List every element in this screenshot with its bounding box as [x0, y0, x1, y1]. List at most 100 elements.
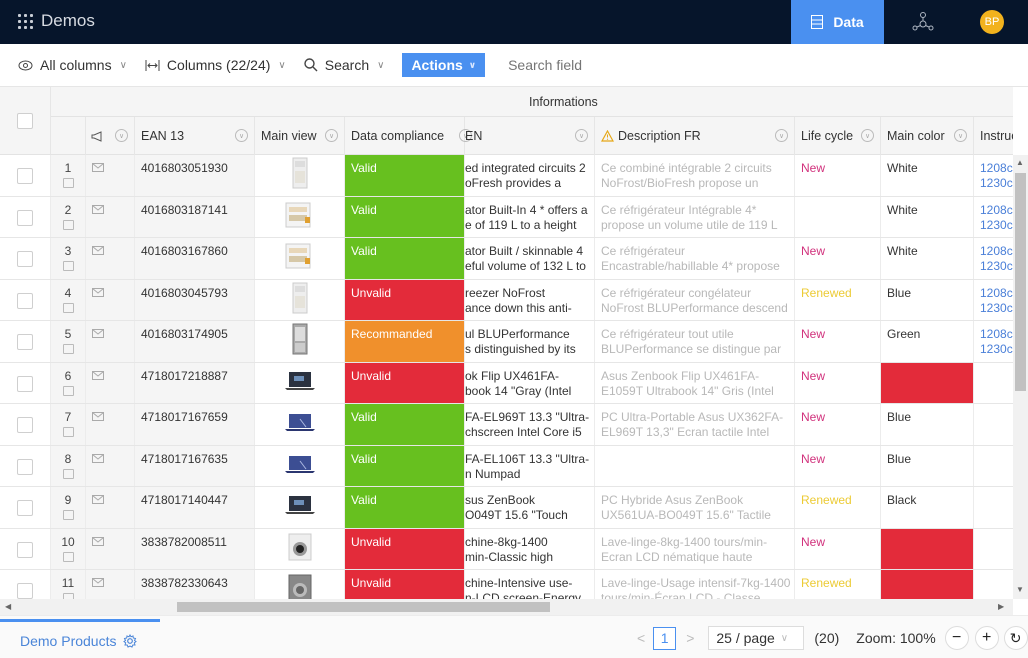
table-row[interactable]: 9 4718017140447 Valid sus ZenBook O049T 15.6…: [0, 487, 1013, 529]
select-all-checkbox[interactable]: [17, 112, 33, 129]
column-filter-icon[interactable]: ∨: [235, 129, 248, 142]
row-checkbox[interactable]: [17, 334, 33, 350]
instruction-link[interactable]: 1208c: [980, 327, 1013, 342]
scroll-left-icon[interactable]: ◀: [5, 602, 11, 611]
columns-dropdown[interactable]: Columns (22/24) ∨: [145, 57, 286, 73]
table-row[interactable]: 8 4718017167635 Valid FA-EL106T 13.3 "Ultra…: [0, 445, 1013, 487]
mail-icon[interactable]: [92, 578, 104, 587]
column-header-description-fr[interactable]: Description FR ∨: [595, 117, 795, 155]
column-header-ean13[interactable]: EAN 13 ∨: [135, 117, 255, 155]
open-detail-icon[interactable]: [62, 344, 74, 354]
scroll-right-icon[interactable]: ▶: [998, 602, 1004, 611]
instruction-link[interactable]: 1230c: [980, 301, 1013, 316]
reset-zoom-button[interactable]: ↻: [1003, 626, 1028, 650]
gear-icon[interactable]: [123, 634, 138, 648]
vertical-scrollbar[interactable]: ▲ ▼: [1013, 155, 1028, 599]
row-checkbox[interactable]: [17, 417, 33, 433]
table-row[interactable]: 3 4016803167860 Valid ator Built / skinnabl…: [0, 238, 1013, 280]
main-view-cell[interactable]: [255, 321, 345, 362]
instruction-link[interactable]: 1208c: [980, 286, 1013, 301]
open-detail-icon[interactable]: [62, 468, 74, 479]
instruction-link[interactable]: 1208c: [980, 203, 1013, 218]
column-filter-icon[interactable]: ∨: [115, 129, 128, 142]
row-checkbox[interactable]: [17, 375, 33, 392]
prev-page-button[interactable]: <: [637, 630, 645, 646]
table-row[interactable]: 6 4718017218887 Unvalid ok Flip UX461FA-boo…: [0, 362, 1013, 404]
column-header-main-color[interactable]: Main color ∨: [881, 117, 974, 155]
column-filter-icon[interactable]: ∨: [861, 129, 874, 142]
row-checkbox[interactable]: [17, 541, 33, 558]
main-view-cell[interactable]: [255, 279, 345, 320]
mail-icon[interactable]: [92, 495, 104, 504]
row-checkbox[interactable]: [17, 168, 33, 184]
table-row[interactable]: 11 3838782330643 Unvalid chine-Intensive us…: [0, 570, 1013, 599]
zoom-in-button[interactable]: +: [974, 626, 999, 650]
column-filter-icon[interactable]: ∨: [325, 129, 338, 142]
open-detail-icon[interactable]: [62, 219, 74, 230]
mail-icon[interactable]: [92, 204, 104, 214]
instruction-link[interactable]: 1230c: [980, 342, 1013, 357]
row-checkbox[interactable]: [17, 458, 33, 475]
instruction-link[interactable]: 1208c: [980, 161, 1013, 176]
search-field-input[interactable]: [508, 57, 759, 73]
table-row[interactable]: 7 4718017167659 Valid FA-EL969T 13.3 "Ultra…: [0, 404, 1013, 446]
column-filter-icon[interactable]: ∨: [775, 129, 788, 142]
mail-icon[interactable]: [92, 163, 104, 172]
vertical-scroll-thumb[interactable]: [1015, 173, 1026, 391]
mail-icon[interactable]: [92, 453, 104, 463]
main-view-cell[interactable]: [255, 362, 345, 403]
main-view-cell[interactable]: [255, 238, 345, 279]
open-detail-icon[interactable]: [62, 427, 74, 437]
instruction-link[interactable]: 1230c: [980, 176, 1013, 191]
mail-icon[interactable]: [92, 370, 104, 380]
table-row[interactable]: 5 4016803174905 Recommanded ul BLUPerforman…: [0, 321, 1013, 363]
column-header-data-compliance[interactable]: Data compliance ∨: [345, 117, 472, 155]
user-avatar[interactable]: BP: [980, 10, 1004, 34]
table-row[interactable]: 2 4016803187141 Valid ator Built-In 4 * off…: [0, 196, 1013, 238]
notify-header[interactable]: ∨: [86, 117, 135, 155]
column-header-life-cycle[interactable]: Life cycle ∨: [795, 117, 881, 155]
main-view-cell[interactable]: [255, 155, 345, 196]
open-detail-icon[interactable]: [62, 302, 74, 313]
instruction-link[interactable]: 1230c: [980, 218, 1013, 233]
mail-icon[interactable]: [92, 246, 104, 255]
open-detail-icon[interactable]: [62, 261, 74, 271]
main-view-cell[interactable]: [255, 528, 345, 569]
main-view-cell[interactable]: [255, 487, 345, 528]
horizontal-scrollbar[interactable]: ◀ ▶: [0, 599, 1013, 615]
row-checkbox[interactable]: [17, 209, 33, 226]
main-view-cell[interactable]: [255, 570, 345, 599]
next-page-button[interactable]: >: [686, 630, 694, 646]
table-row[interactable]: 1 4016803051930 Valid ed integrated circuit…: [0, 155, 1013, 197]
row-checkbox[interactable]: [17, 251, 33, 267]
open-detail-icon[interactable]: [62, 178, 74, 188]
search-dropdown[interactable]: Search ∨: [304, 57, 384, 73]
row-checkbox[interactable]: [17, 500, 33, 516]
project-tab[interactable]: Demo Products: [20, 633, 138, 649]
main-view-cell[interactable]: [255, 445, 345, 486]
instruction-link[interactable]: 1208c: [980, 244, 1013, 259]
main-view-cell[interactable]: [255, 196, 345, 237]
open-detail-icon[interactable]: [62, 510, 74, 520]
column-header-en[interactable]: EN ∨: [465, 117, 595, 155]
actions-button[interactable]: Actions ∨: [402, 53, 486, 77]
column-filter-icon[interactable]: ∨: [575, 129, 588, 142]
main-view-cell[interactable]: [255, 404, 345, 445]
table-row[interactable]: 10 3838782008511 Unvalid chine-8kg-1400 min-…: [0, 528, 1013, 570]
scroll-up-icon[interactable]: ▲: [1016, 158, 1024, 167]
row-checkbox[interactable]: [17, 292, 33, 309]
nav-data-tab[interactable]: Data: [791, 0, 884, 44]
all-columns-dropdown[interactable]: All columns ∨: [18, 57, 127, 73]
column-header-main-view[interactable]: Main view ∨: [255, 117, 345, 155]
row-checkbox[interactable]: [17, 583, 33, 599]
open-detail-icon[interactable]: [62, 551, 74, 562]
scroll-down-icon[interactable]: ▼: [1016, 585, 1024, 594]
mail-icon[interactable]: [92, 329, 104, 338]
instruction-link[interactable]: 1230c: [980, 259, 1013, 274]
mail-icon[interactable]: [92, 412, 104, 421]
horizontal-scroll-thumb[interactable]: [177, 602, 550, 612]
open-detail-icon[interactable]: [62, 385, 74, 396]
column-header-instructions[interactable]: Instructio: [974, 117, 1013, 155]
current-page[interactable]: 1: [653, 626, 677, 650]
zoom-out-button[interactable]: −: [944, 626, 969, 650]
